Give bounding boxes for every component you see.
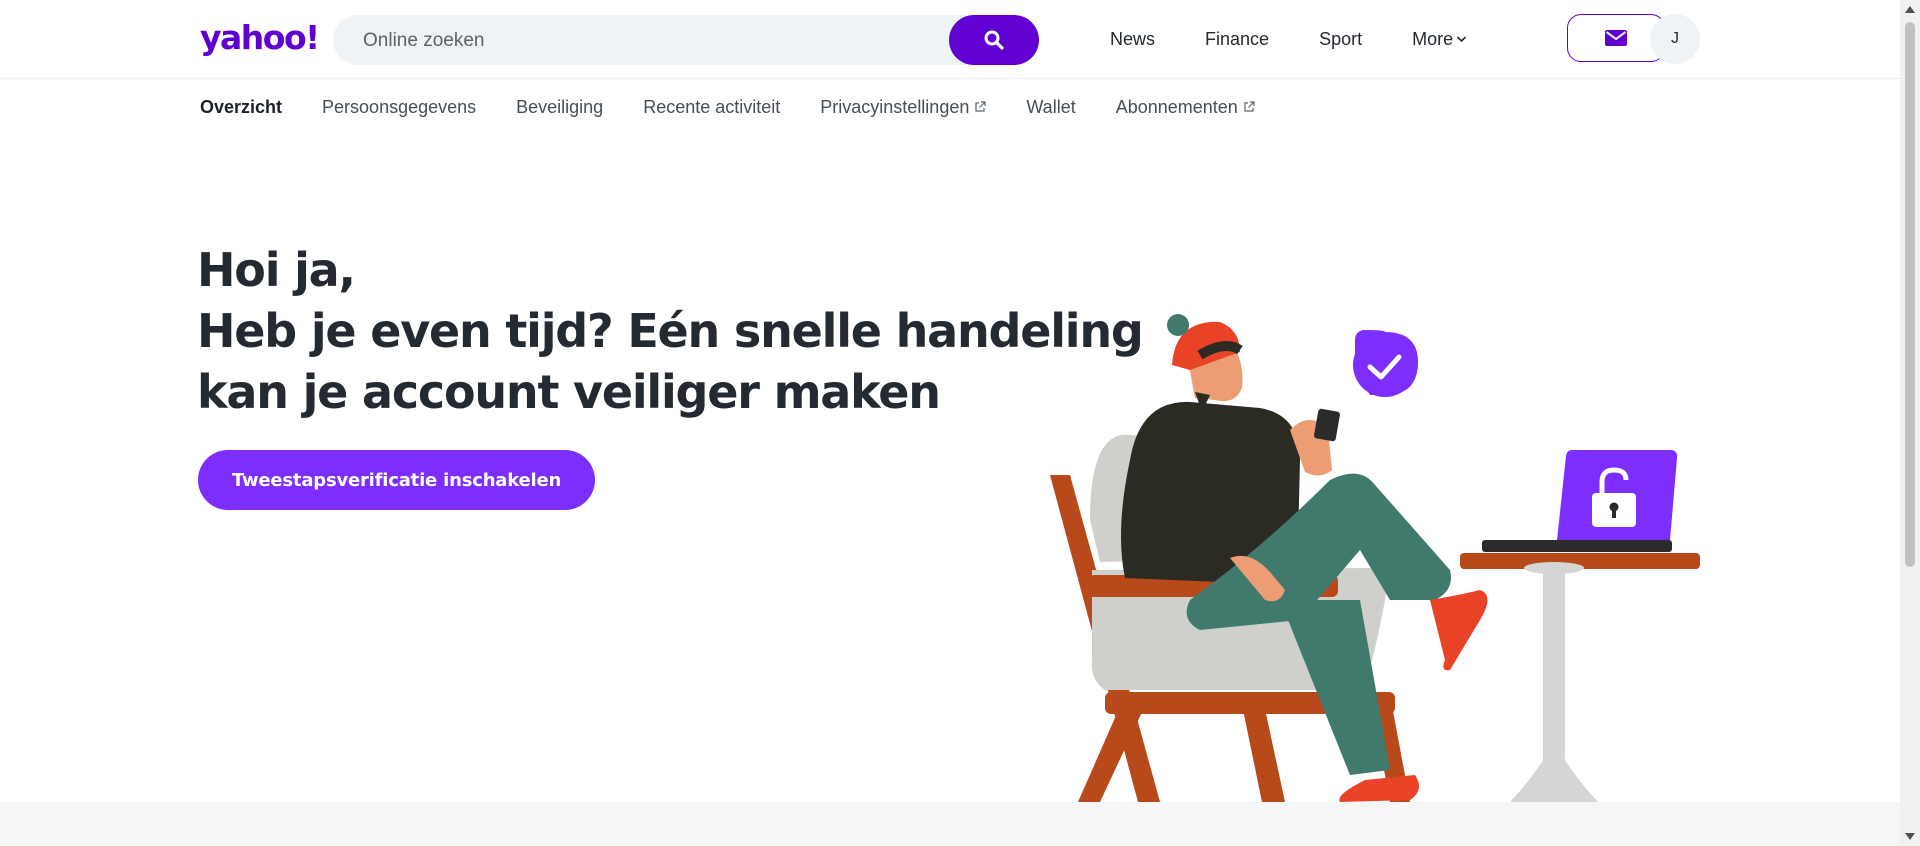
chevron-down-icon [1457,36,1467,43]
laptop [1482,450,1678,552]
nav-sport[interactable]: Sport [1319,24,1362,54]
hero-heading: Hoi ja, Heb je even tijd? Eén snelle han… [197,240,1144,423]
person [1121,314,1488,802]
hero-line-3: kan je account veiliger maken [197,365,941,419]
external-link-icon [975,101,986,112]
tab-overzicht[interactable]: Overzicht [200,92,282,122]
tab-wallet[interactable]: Wallet [1026,92,1075,122]
scroll-thumb[interactable] [1905,22,1915,567]
footer-band [0,802,1900,846]
tab-privacyinstellingen[interactable]: Privacyinstellingen [820,92,986,122]
scroll-down-arrow[interactable] [1905,833,1915,840]
tab-recente-activiteit[interactable]: Recente activiteit [643,92,780,122]
nav-more-label: More [1412,29,1454,49]
vertical-scrollbar[interactable] [1900,0,1920,846]
search-button[interactable] [949,15,1039,65]
top-header: yahoo! News Finance Sport More J [0,0,1900,79]
enable-2fa-button[interactable]: Tweestapsverificatie inschakelen [198,450,595,510]
hero-greeting: Hoi ja, [197,243,356,297]
search-icon [984,30,1004,50]
top-nav: News Finance Sport More [1110,24,1517,54]
hero-line-2: Heb je even tijd? Eén snelle handeling [197,304,1144,358]
scroll-up-arrow[interactable] [1905,6,1915,13]
nav-finance[interactable]: Finance [1205,24,1269,54]
tab-abonnementen[interactable]: Abonnementen [1116,92,1255,122]
yahoo-logo[interactable]: yahoo! [200,18,320,58]
nav-more[interactable]: More [1412,24,1467,54]
tab-persoonsgegevens[interactable]: Persoonsgegevens [322,92,476,122]
tab-beveiliging[interactable]: Beveiliging [516,92,603,122]
check-icon [1353,330,1418,397]
search-bar [333,15,1039,67]
mail-icon [1605,30,1627,46]
account-subnav: Overzicht Persoonsgegevens Beveiliging R… [200,92,1295,122]
search-input[interactable] [361,15,965,67]
tab-privacyinstellingen-label: Privacyinstellingen [820,97,970,117]
tab-abonnementen-label: Abonnementen [1115,97,1238,117]
external-link-icon [1244,101,1255,112]
side-table [1460,553,1700,802]
security-illustration [1050,314,1700,802]
nav-news[interactable]: News [1110,24,1155,54]
account-avatar[interactable]: J [1650,14,1700,64]
